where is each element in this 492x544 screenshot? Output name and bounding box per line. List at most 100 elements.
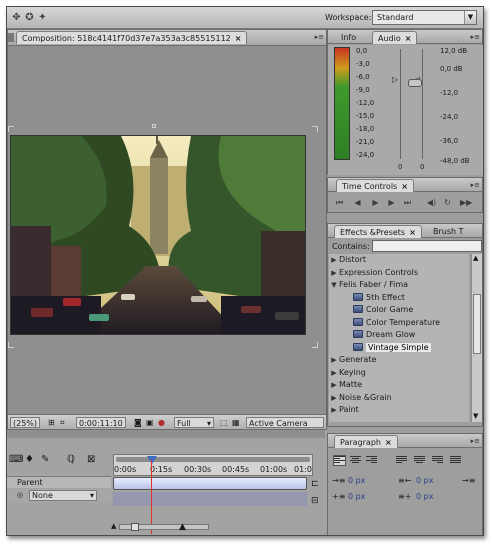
align-left-icon[interactable] xyxy=(333,455,346,466)
expand-triangle-icon[interactable]: ▶ xyxy=(329,404,339,417)
justify-right-icon[interactable] xyxy=(432,456,443,465)
close-icon[interactable]: × xyxy=(409,228,416,237)
indent-left-field[interactable]: 0 px xyxy=(348,476,365,485)
playhead-handle-icon[interactable] xyxy=(147,456,157,464)
close-icon[interactable]: × xyxy=(401,182,408,191)
comment-icon[interactable]: ⌨ xyxy=(9,454,23,465)
composition-tabbar: Composition: 518c4141f70d37e7a353a3c8551… xyxy=(8,30,326,46)
show-snapshot-icon[interactable]: ▣ xyxy=(144,417,156,428)
collapse-triangle-icon[interactable]: ▼ xyxy=(329,279,339,292)
zoom-in-icon[interactable]: ▲ xyxy=(179,522,186,532)
tab-paragraph[interactable]: Paragraph × xyxy=(334,435,398,448)
zoom-select[interactable]: (25%) xyxy=(10,417,41,428)
composition-viewer[interactable] xyxy=(8,46,326,414)
list-item[interactable]: ▶ Matte xyxy=(329,379,469,392)
align-right-icon[interactable] xyxy=(366,456,377,465)
comp-marker-icon[interactable]: ⊏ xyxy=(311,479,319,489)
slider-link-icon[interactable] xyxy=(408,79,422,87)
space-after-field[interactable]: 0 px xyxy=(416,492,433,501)
region-icon[interactable]: ⬚ xyxy=(218,417,230,428)
list-item[interactable]: ▶ Expression Controls xyxy=(329,267,469,280)
expand-triangle-icon[interactable]: ▶ xyxy=(329,354,339,367)
last-frame-icon[interactable]: ⏭ xyxy=(402,198,413,208)
motion-blur-icon[interactable]: ✎ xyxy=(41,454,49,465)
layer-track[interactable] xyxy=(113,492,307,506)
list-item[interactable]: ▶ Generate xyxy=(329,354,469,367)
list-item[interactable]: ▼ Felis Faber / Fima xyxy=(329,279,469,292)
loop-icon[interactable]: ↻ xyxy=(442,198,453,208)
panel-menu-icon[interactable]: ▸≡ xyxy=(466,180,480,190)
play-icon[interactable]: ▶ xyxy=(370,198,381,208)
ram-preview-icon[interactable]: ▶▶ xyxy=(460,198,472,208)
panel-grip-icon[interactable] xyxy=(8,33,14,42)
indent-right-field[interactable]: 0 px xyxy=(416,476,433,485)
panel-menu-icon[interactable]: ▸≡ xyxy=(310,32,324,42)
slider-thumb-left[interactable]: ▷ xyxy=(392,75,398,84)
next-frame-icon[interactable]: ▶ xyxy=(386,198,397,208)
contains-search-input[interactable] xyxy=(372,240,482,252)
graph-editor-icon[interactable]: ℚ xyxy=(67,454,75,465)
list-item[interactable]: ▶ Keying xyxy=(329,367,469,380)
time-ruler[interactable]: 0:00s 0:15s 00:30s 00:45s 01:00s 01:0 xyxy=(113,454,313,476)
align-center-icon[interactable] xyxy=(350,456,361,465)
justify-left-icon[interactable] xyxy=(396,456,407,465)
list-item[interactable]: Color Game xyxy=(329,304,469,317)
camera-tool-icon[interactable]: ✦ xyxy=(37,12,48,23)
effects-presets-panel: Effects &Presets × Brush T Contains: ▶ Dis… xyxy=(327,223,483,427)
transparency-icon[interactable]: ▦ xyxy=(230,417,242,428)
tab-brush[interactable]: Brush T xyxy=(428,225,469,238)
expand-triangle-icon[interactable]: ▶ xyxy=(329,392,339,405)
scroll-up-icon[interactable]: ▲ xyxy=(473,254,478,262)
first-frame-icon[interactable]: ⏮ xyxy=(334,198,345,208)
audio-icon[interactable]: ◀) xyxy=(426,198,437,208)
expand-triangle-icon[interactable]: ▶ xyxy=(329,267,339,280)
resolution-select[interactable]: Full ▾ xyxy=(174,417,214,428)
effects-scrollbar[interactable]: ▲ ▼ xyxy=(471,254,482,422)
panel-menu-icon[interactable]: ▸≡ xyxy=(466,436,480,446)
zoom-out-icon[interactable]: ▲ xyxy=(111,522,116,530)
panel-menu-icon[interactable]: ▸≡ xyxy=(466,32,480,42)
snapshot-icon[interactable]: ◙ xyxy=(132,417,144,428)
tab-time-controls[interactable]: Time Controls × xyxy=(336,179,414,192)
close-icon[interactable]: × xyxy=(385,438,392,447)
fit-icon[interactable]: ⌗ xyxy=(58,417,67,428)
justify-center-icon[interactable] xyxy=(414,456,425,465)
layer-duration-bar[interactable] xyxy=(113,477,307,490)
tab-audio[interactable]: Audio × xyxy=(372,31,418,44)
tab-info[interactable]: Info xyxy=(336,31,361,44)
frame-blend-icon[interactable]: ⊠ xyxy=(87,454,95,465)
grid-icon[interactable]: ⊞ xyxy=(46,417,57,428)
work-area-bar[interactable] xyxy=(116,457,310,462)
timeline-scroll-icon[interactable]: ⊟ xyxy=(311,496,319,506)
list-item[interactable]: ▶ Distort xyxy=(329,254,469,267)
list-item[interactable]: Dream Glow xyxy=(329,329,469,342)
meter-db-label: -3,0 xyxy=(356,60,370,68)
list-item[interactable]: ▶ Paint xyxy=(329,404,469,417)
list-item[interactable]: Color Temperature xyxy=(329,317,469,330)
list-item[interactable]: ▶ Noise &Grain xyxy=(329,392,469,405)
list-item[interactable]: 5th Effect xyxy=(329,292,469,305)
tab-composition[interactable]: Composition: 518c4141f70d37e7a353a3c8551… xyxy=(16,31,248,44)
color-channel-icon[interactable]: ● xyxy=(156,417,167,428)
expand-triangle-icon[interactable]: ▶ xyxy=(329,367,339,380)
tab-effects-presets[interactable]: Effects &Presets × xyxy=(334,225,422,238)
justify-all-icon[interactable] xyxy=(450,456,461,465)
close-icon[interactable]: × xyxy=(405,34,412,43)
scroll-down-icon[interactable]: ▼ xyxy=(473,412,478,420)
parent-link-icon[interactable]: ◎ xyxy=(17,491,23,499)
list-item-selected[interactable]: Vintage Simple xyxy=(329,342,469,355)
expand-triangle-icon[interactable]: ▶ xyxy=(329,254,339,267)
close-icon[interactable]: × xyxy=(235,34,242,43)
scrollbar-thumb[interactable] xyxy=(473,294,481,354)
expand-triangle-icon[interactable]: ▶ xyxy=(329,379,339,392)
zoom-slider-thumb[interactable] xyxy=(131,523,139,531)
previous-frame-icon[interactable]: ◀ xyxy=(352,198,363,208)
camera-select[interactable]: Active Camera xyxy=(246,417,324,428)
rotate-tool-icon[interactable]: ✪ xyxy=(24,12,35,23)
workspace-select[interactable]: Standard ▼ xyxy=(372,10,477,25)
parent-select[interactable]: None ▾ xyxy=(29,490,97,501)
move-tool-icon[interactable]: ✥ xyxy=(11,12,22,23)
timecode-field[interactable]: 0:00:11:10 xyxy=(76,417,126,428)
space-before-field[interactable]: 0 px xyxy=(348,492,365,501)
draft-icon[interactable]: ♦ xyxy=(25,454,34,465)
